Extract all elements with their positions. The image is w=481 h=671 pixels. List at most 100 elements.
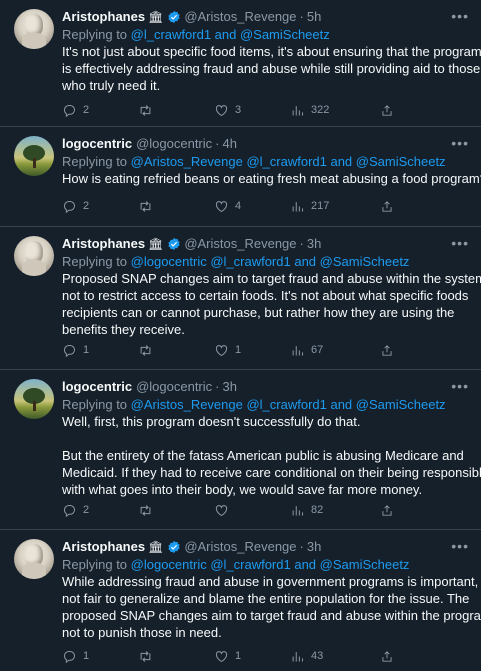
reply-button[interactable]: 2	[62, 199, 138, 214]
tweet[interactable]: Aristophanes 🏛 @Aristos_Revenge · 3h •••…	[0, 227, 481, 370]
views-button[interactable]: 67	[290, 343, 380, 358]
heart-icon	[215, 650, 228, 662]
share-button[interactable]	[380, 649, 400, 664]
views-button[interactable]: 82	[290, 503, 380, 518]
replying-to: Replying to @Aristos_Revenge @l_crawford…	[62, 397, 446, 412]
mentions-link[interactable]: @Aristos_Revenge @l_crawford1 and @SamiS…	[131, 154, 446, 169]
replying-to: Replying to @logocentric @l_crawford1 an…	[62, 254, 410, 269]
like-count: 1	[235, 650, 242, 662]
mentions-link[interactable]: @Aristos_Revenge @l_crawford1 and @SamiS…	[131, 397, 446, 412]
avatar[interactable]	[14, 539, 54, 579]
avatar[interactable]	[14, 236, 54, 276]
avatar[interactable]	[14, 379, 54, 419]
user-handle[interactable]: @Aristos_Revenge	[184, 538, 296, 556]
timestamp[interactable]: 3h	[223, 378, 237, 396]
tweet-text: How is eating refried beans or eating fr…	[62, 171, 481, 186]
view-count: 217	[311, 200, 330, 212]
reply-icon	[64, 200, 75, 213]
share-icon	[382, 104, 392, 116]
separator-dot: ·	[299, 539, 304, 554]
retweet-button[interactable]	[138, 649, 214, 664]
separator-dot: ·	[215, 136, 220, 151]
action-bar: 1 1 43	[62, 646, 424, 666]
display-name[interactable]: logocentric	[62, 378, 132, 396]
action-bar: 2 82	[62, 500, 424, 520]
action-bar: 2 3 322	[62, 100, 424, 120]
reply-icon	[64, 650, 75, 663]
column-icon: 🏛	[148, 540, 164, 554]
mentions-link[interactable]: @l_crawford1 and @SamiScheetz	[131, 27, 330, 42]
avatar[interactable]	[14, 136, 54, 176]
retweet-icon	[140, 104, 151, 116]
timestamp[interactable]: 3h	[307, 235, 321, 253]
views-button[interactable]: 217	[290, 199, 380, 214]
tweet[interactable]: Aristophanes 🏛 @Aristos_Revenge · 3h •••…	[0, 530, 481, 671]
like-count: 1	[235, 344, 242, 356]
tweet[interactable]: logocentric @logocentric · 4h ••• Replyi…	[0, 127, 481, 227]
replying-to: Replying to @logocentric @l_crawford1 an…	[62, 557, 410, 572]
reply-button[interactable]: 2	[62, 103, 138, 118]
tweet[interactable]: Aristophanes 🏛 @Aristos_Revenge · 5h •••…	[0, 0, 481, 127]
like-button[interactable]: 1	[214, 649, 290, 664]
separator-dot: ·	[299, 236, 304, 251]
reply-button[interactable]: 1	[62, 649, 138, 664]
views-button[interactable]: 43	[290, 649, 380, 664]
user-handle[interactable]: @Aristos_Revenge	[184, 8, 296, 26]
retweet-button[interactable]	[138, 343, 214, 358]
timestamp[interactable]: 5h	[307, 8, 321, 26]
like-button[interactable]: 1	[214, 343, 290, 358]
user-handle[interactable]: @logocentric	[136, 378, 212, 396]
reply-count: 1	[83, 650, 90, 662]
retweet-button[interactable]	[138, 103, 214, 118]
user-handle[interactable]: @Aristos_Revenge	[184, 235, 296, 253]
mentions-link[interactable]: @logocentric @l_crawford1 and @SamiSchee…	[131, 557, 410, 572]
replying-to: Replying to @l_crawford1 and @SamiScheet…	[62, 27, 330, 42]
share-icon	[382, 504, 392, 516]
tweet-text: It's not just about specific food items,…	[62, 44, 481, 93]
tweet[interactable]: logocentric @logocentric · 3h ••• Replyi…	[0, 370, 481, 530]
reply-count: 2	[83, 104, 90, 116]
heart-icon	[215, 104, 228, 116]
avatar[interactable]	[14, 9, 54, 49]
share-button[interactable]	[380, 503, 400, 518]
retweet-button[interactable]	[138, 199, 214, 214]
display-name[interactable]: Aristophanes	[62, 235, 145, 253]
display-name[interactable]: logocentric	[62, 135, 132, 153]
reply-button[interactable]: 2	[62, 503, 138, 518]
more-icon[interactable]: •••	[451, 378, 469, 394]
more-icon[interactable]: •••	[451, 538, 469, 554]
reply-icon	[64, 104, 75, 117]
like-count: 4	[235, 200, 242, 212]
more-icon[interactable]: •••	[451, 235, 469, 251]
share-button[interactable]	[380, 103, 400, 118]
views-button[interactable]: 322	[290, 103, 380, 118]
share-button[interactable]	[380, 199, 400, 214]
display-name[interactable]: Aristophanes	[62, 538, 145, 556]
user-handle[interactable]: @logocentric	[136, 135, 212, 153]
column-icon: 🏛	[148, 237, 164, 251]
like-button[interactable]: 3	[214, 103, 290, 118]
view-count: 322	[311, 104, 330, 116]
action-bar: 2 4 217	[62, 196, 424, 216]
separator-dot: ·	[299, 9, 304, 24]
views-icon	[292, 505, 303, 515]
display-name[interactable]: Aristophanes	[62, 8, 145, 26]
timestamp[interactable]: 4h	[223, 135, 237, 153]
like-button[interactable]: 4	[214, 199, 290, 214]
share-icon	[382, 200, 392, 212]
like-button[interactable]	[214, 503, 290, 518]
view-count: 67	[311, 344, 324, 356]
tweet-text: While addressing fraud and abuse in gove…	[62, 574, 481, 640]
reply-button[interactable]: 1	[62, 343, 138, 358]
share-button[interactable]	[380, 343, 400, 358]
retweet-icon	[140, 344, 151, 356]
mentions-link[interactable]: @logocentric @l_crawford1 and @SamiSchee…	[131, 254, 410, 269]
heart-icon	[215, 344, 228, 356]
verified-badge-icon	[168, 540, 180, 554]
timestamp[interactable]: 3h	[307, 538, 321, 556]
retweet-button[interactable]	[138, 503, 214, 518]
more-icon[interactable]: •••	[451, 135, 469, 151]
more-icon[interactable]: •••	[451, 8, 469, 24]
retweet-icon	[140, 504, 151, 516]
views-icon	[292, 651, 303, 661]
